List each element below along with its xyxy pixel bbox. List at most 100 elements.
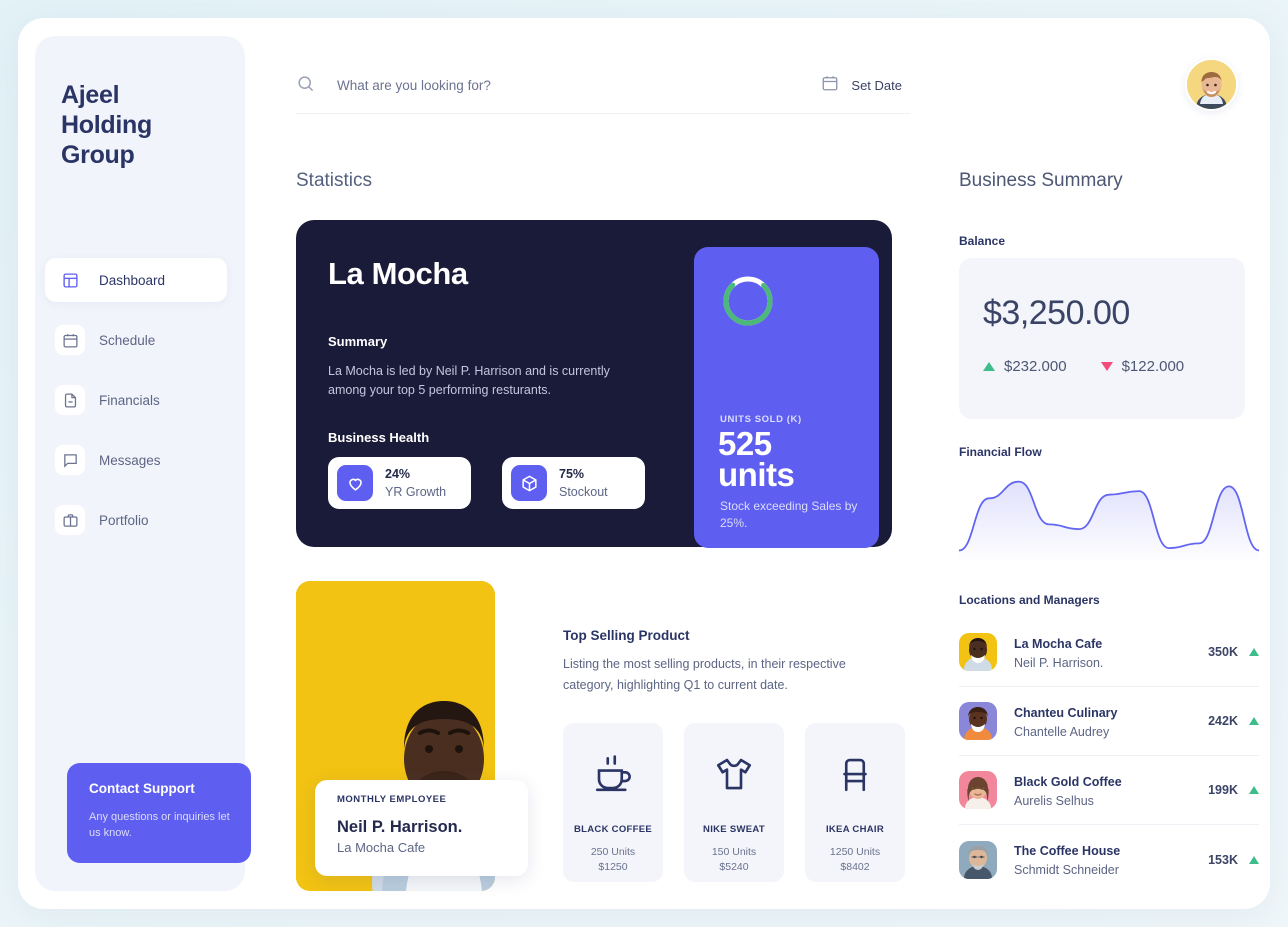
location-text: The Coffee House Schmidt Schneider	[1014, 842, 1208, 877]
app-window: Ajeel Holding Group Dashboard Schedule F…	[18, 18, 1270, 909]
list-item[interactable]: La Mocha Cafe Neil P. Harrison. 350K	[959, 618, 1259, 687]
product-price: $1250	[598, 861, 628, 873]
sidebar-item-label: Dashboard	[99, 272, 166, 288]
chat-bubble-icon	[55, 445, 85, 475]
balance-label: Balance	[959, 234, 1006, 248]
support-subtitle: Any questions or inquiries let us know.	[89, 811, 230, 839]
balance-up-value: $232.000	[1004, 358, 1067, 375]
chair-icon	[834, 753, 876, 800]
product-units: 1250 Units	[829, 846, 881, 858]
balance-amount: $3,250.00	[983, 294, 1130, 332]
summary-text: La Mocha is led by Neil P. Harrison and …	[328, 364, 610, 397]
triangle-up-icon	[1249, 786, 1259, 794]
product-units: 150 Units	[711, 846, 757, 858]
top-selling-title: Top Selling Product	[563, 628, 690, 643]
product-price: $5240	[719, 861, 749, 873]
product-units: 250 Units	[590, 846, 636, 858]
top-selling-description: Listing the most selling products, in th…	[563, 657, 846, 692]
units-note: Stock exceeding Sales by 25%.	[720, 499, 858, 530]
header-bar: Set Date	[296, 58, 910, 114]
financial-flow-chart	[959, 480, 1259, 560]
progress-ring	[723, 276, 773, 326]
list-item[interactable]: Black Gold Coffee Aurelis Selhus 199K	[959, 756, 1259, 825]
list-item[interactable]: The Coffee House Schmidt Schneider 153K	[959, 825, 1259, 894]
location-name: The Coffee House	[1014, 844, 1121, 858]
health-value: 75%	[559, 467, 585, 481]
health-card-stockout[interactable]: 75% Stockout	[502, 457, 645, 509]
sidebar-item-messages[interactable]: Messages	[45, 438, 227, 482]
product-card[interactable]: IKEA CHAIR 1250 Units $8402	[805, 723, 905, 882]
location-text: La Mocha Cafe Neil P. Harrison.	[1014, 635, 1208, 670]
sidebar-item-label: Portfolio	[99, 512, 149, 528]
hero-card: La Mocha Summary La Mocha is led by Neil…	[296, 220, 892, 548]
brand-logo: Ajeel Holding Group	[35, 62, 245, 170]
avatar	[959, 633, 997, 671]
monthly-employee-card: MONTHLY EMPLOYEE Neil P. Harrison. La Mo…	[315, 780, 528, 876]
brand-line-2: Holding	[61, 111, 152, 139]
sidebar-item-schedule[interactable]: Schedule	[45, 318, 227, 362]
location-value: 242K	[1208, 714, 1238, 728]
balance-deltas: $232.000 $122.000	[983, 358, 1245, 375]
balance-down-value: $122.000	[1121, 358, 1185, 375]
triangle-up-icon	[1249, 855, 1259, 864]
units-unit: units	[718, 456, 795, 493]
employee-name: Neil P. Harrison.	[337, 818, 463, 836]
units-value: 525 units	[718, 425, 795, 493]
page-title: Statistics	[296, 170, 373, 191]
box-icon	[511, 465, 547, 501]
location-text: Chanteu Culinary Chantelle Audrey	[1014, 704, 1208, 739]
location-manager: Chantelle Audrey	[1014, 724, 1110, 739]
triangle-up-icon	[1249, 648, 1259, 656]
balance-decrease: $122.000	[1100, 358, 1185, 375]
document-minus-icon	[55, 385, 85, 415]
employee-kicker: MONTHLY EMPLOYEE	[337, 794, 447, 805]
avatar[interactable]	[1185, 58, 1238, 111]
product-name: NIKE SWEAT	[703, 824, 765, 835]
avatar	[959, 840, 997, 879]
search-input[interactable]	[337, 78, 757, 93]
triangle-down-icon	[1100, 362, 1113, 371]
search-container	[296, 74, 821, 98]
location-value: 153K	[1208, 852, 1238, 867]
set-date-button[interactable]: Set Date	[821, 74, 910, 97]
sidebar-item-portfolio[interactable]: Portfolio	[45, 498, 227, 542]
product-name: IKEA CHAIR	[825, 824, 885, 835]
product-name: BLACK COFFEE	[573, 824, 652, 835]
contact-support-card[interactable]: Contact Support Any questions or inquiri…	[67, 763, 251, 863]
product-card[interactable]: NIKE SWEAT 150 Units $5240	[684, 723, 784, 882]
location-manager: Neil P. Harrison.	[1014, 655, 1104, 670]
avatar	[959, 702, 997, 740]
avatar	[959, 771, 997, 809]
product-price: $8402	[840, 861, 870, 873]
location-value: 199K	[1208, 783, 1238, 797]
sidebar-item-label: Schedule	[99, 332, 156, 348]
sidebar-nav: Dashboard Schedule Financials Messages P…	[35, 258, 245, 558]
units-sold-panel: UNITS SOLD (K) 525 units Stock exceeding…	[694, 247, 879, 548]
product-card[interactable]: BLACK COFFEE 250 Units $1250	[563, 723, 663, 882]
location-manager: Schmidt Schneider	[1014, 863, 1119, 877]
financial-flow-label: Financial Flow	[959, 445, 1042, 459]
health-card-yr-growth[interactable]: 24% YR Growth	[328, 457, 471, 509]
calendar-icon	[821, 74, 839, 97]
employee-place: La Mocha Cafe	[337, 840, 426, 855]
sidebar-item-financials[interactable]: Financials	[45, 378, 227, 422]
balance-card: $3,250.00 $232.000 $122.000	[959, 258, 1245, 419]
location-name: Black Gold Coffee	[1014, 774, 1122, 789]
sidebar-item-dashboard[interactable]: Dashboard	[45, 258, 227, 302]
brand-line-3: Group	[61, 141, 135, 169]
location-name: La Mocha Cafe	[1014, 636, 1103, 651]
units-number: 525	[718, 425, 772, 462]
location-value: 350K	[1208, 645, 1238, 659]
brand-line-1: Ajeel	[61, 81, 120, 109]
sidebar-item-label: Messages	[99, 452, 161, 468]
layout-icon	[55, 265, 85, 295]
coffee-cup-icon	[592, 753, 634, 800]
tshirt-icon	[713, 753, 755, 800]
units-caption: UNITS SOLD (K)	[720, 414, 802, 425]
location-text: Black Gold Coffee Aurelis Selhus	[1014, 773, 1208, 808]
triangle-up-icon	[983, 362, 995, 371]
locations-label: Locations and Managers	[959, 593, 1100, 607]
list-item[interactable]: Chanteu Culinary Chantelle Audrey 242K	[959, 687, 1259, 756]
health-value: 24%	[385, 467, 411, 481]
balance-increase: $232.000	[983, 358, 1067, 375]
